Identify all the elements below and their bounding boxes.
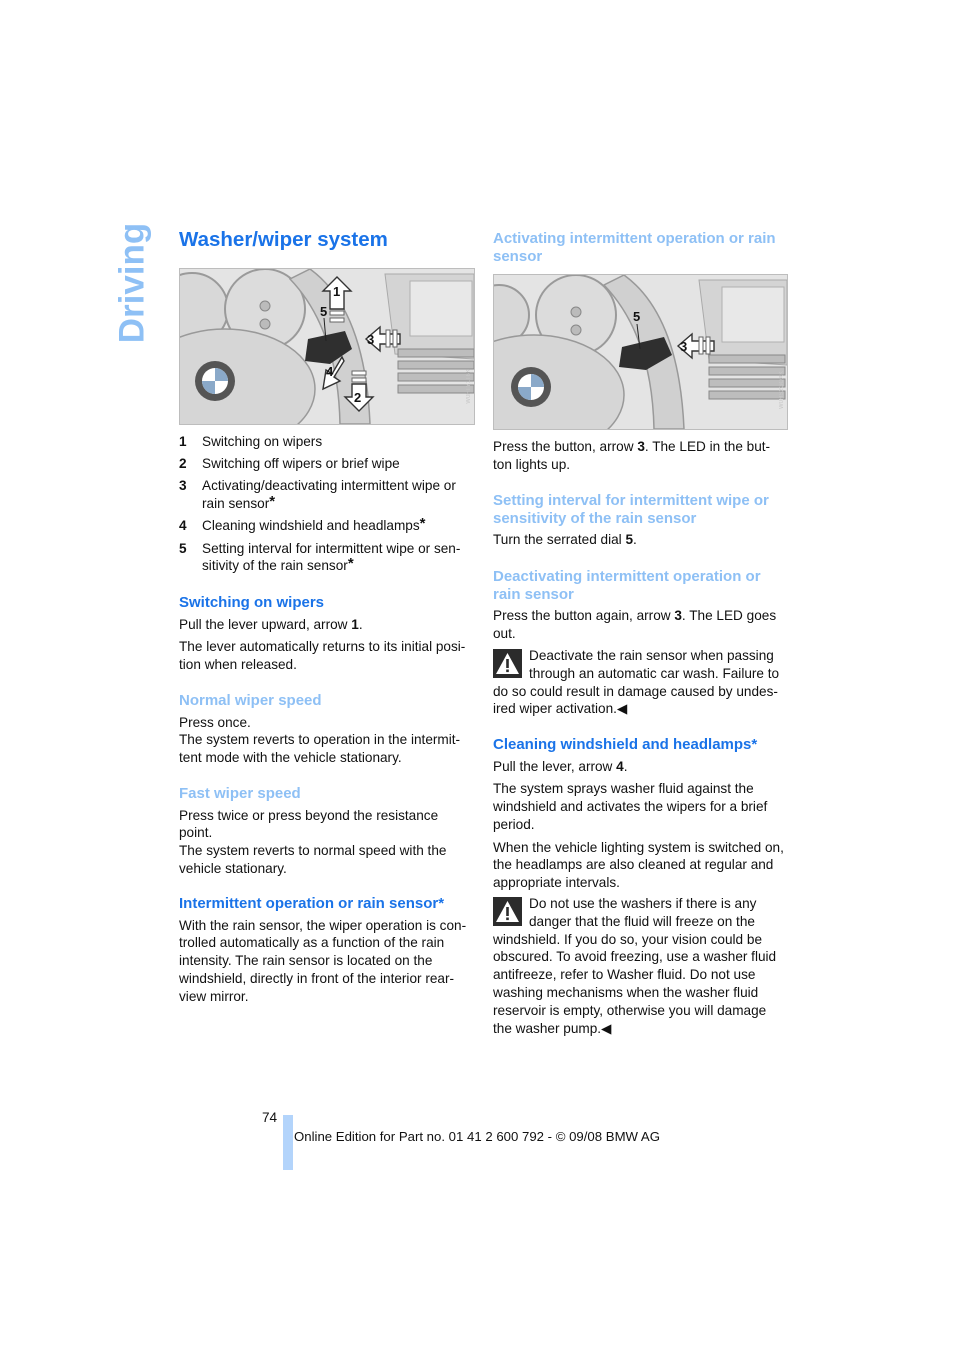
callout-1: 1 xyxy=(333,284,340,299)
warning-triangle-icon xyxy=(493,897,522,926)
legend-item: 3 Activating/deactivating intermittent w… xyxy=(179,478,456,512)
page-title: Washer/wiper system xyxy=(179,228,388,251)
heading-fast-wiper-speed: Fast wiper speed xyxy=(179,785,301,802)
section-activating-intermittent: Activating intermittent operation or rai… xyxy=(493,230,783,265)
heading-switching-on-wipers: Switching on wipers xyxy=(179,594,325,611)
warning-triangle-icon xyxy=(493,649,522,678)
callout-5: 5 xyxy=(320,304,327,319)
legend-item: 4 Cleaning windshield and headlamps* xyxy=(179,515,426,534)
section-fast-wiper-speed: Fast wiper speed Press twice or press be… xyxy=(179,785,459,878)
callout-5: 5 xyxy=(633,309,640,324)
callout-2: 2 xyxy=(354,390,361,405)
page-number: 74 xyxy=(262,1110,278,1125)
section-cleaning-windshield: Cleaning windshield and headlamps* Pull … xyxy=(493,736,788,892)
optional-equipment-star: * xyxy=(269,493,276,511)
callout-3: 3 xyxy=(680,339,687,354)
callout-4: 4 xyxy=(326,364,334,379)
heading-deactivating: Deactivating intermittent operation or r… xyxy=(493,568,761,603)
section-deactivating: Deactivating intermittent operation or r… xyxy=(493,568,785,643)
section-normal-wiper-speed: Normal wiper speed Press once. The syste… xyxy=(179,692,474,767)
optional-equipment-star: * xyxy=(347,555,354,573)
legend-item: 5 Setting interval for intermittent wipe… xyxy=(179,540,461,574)
footer-edition-text: Online Edition for Part no. 01 41 2 600 … xyxy=(294,1129,660,1144)
heading-cleaning-windshield: Cleaning windshield and headlamps* xyxy=(493,736,758,753)
figure-code: W0FTY1T6K xyxy=(466,369,472,404)
section-switching-on-wipers: Switching on wipers Pull the lever upwar… xyxy=(179,594,474,674)
heading-setting-interval: Setting interval for intermittent wipe o… xyxy=(493,492,769,527)
callout-3: 3 xyxy=(367,332,374,347)
figure-steering-wheel-button: 5 3 W0HS2GOAK xyxy=(493,274,788,430)
section-intermittent-operation: Intermittent operation or rain sensor* W… xyxy=(179,895,474,1005)
legend-item: 2 Switching off wipers or brief wipe xyxy=(179,456,400,472)
warning-note-car-wash: Deactivate the rain sensor when passing … xyxy=(493,648,780,717)
section-tab-label: Driving xyxy=(112,222,152,344)
figure-steering-wheel-lever-overview: 1 5 3 4 2 W0FTY1T6K xyxy=(179,268,475,425)
activating-instructions: Press the button, arrow 3. The LED in th… xyxy=(493,439,771,472)
heading-normal-wiper-speed: Normal wiper speed xyxy=(179,692,322,709)
heading-activating-intermittent: Activating intermittent operation or rai… xyxy=(493,230,776,265)
section-setting-interval: Setting interval for intermittent wipe o… xyxy=(493,492,788,549)
steering-wheel-button-illustration: 5 3 xyxy=(494,275,787,429)
warning-note-freezing: Do not use the washers if there is any d… xyxy=(493,896,777,1036)
optional-equipment-star: * xyxy=(419,515,426,533)
steering-wheel-illustration: 1 5 3 4 2 xyxy=(180,269,474,424)
legend-item: 1 Switching on wipers xyxy=(179,434,323,449)
figure-code: W0HS2GOAK xyxy=(779,370,785,409)
figure-legend: 1 Switching on wipers 2 Switching off wi… xyxy=(179,433,479,580)
footer-accent-bar xyxy=(283,1115,293,1170)
section-tab-driving: Driving xyxy=(108,223,156,344)
heading-intermittent-operation: Intermittent operation or rain sensor* xyxy=(179,895,445,912)
